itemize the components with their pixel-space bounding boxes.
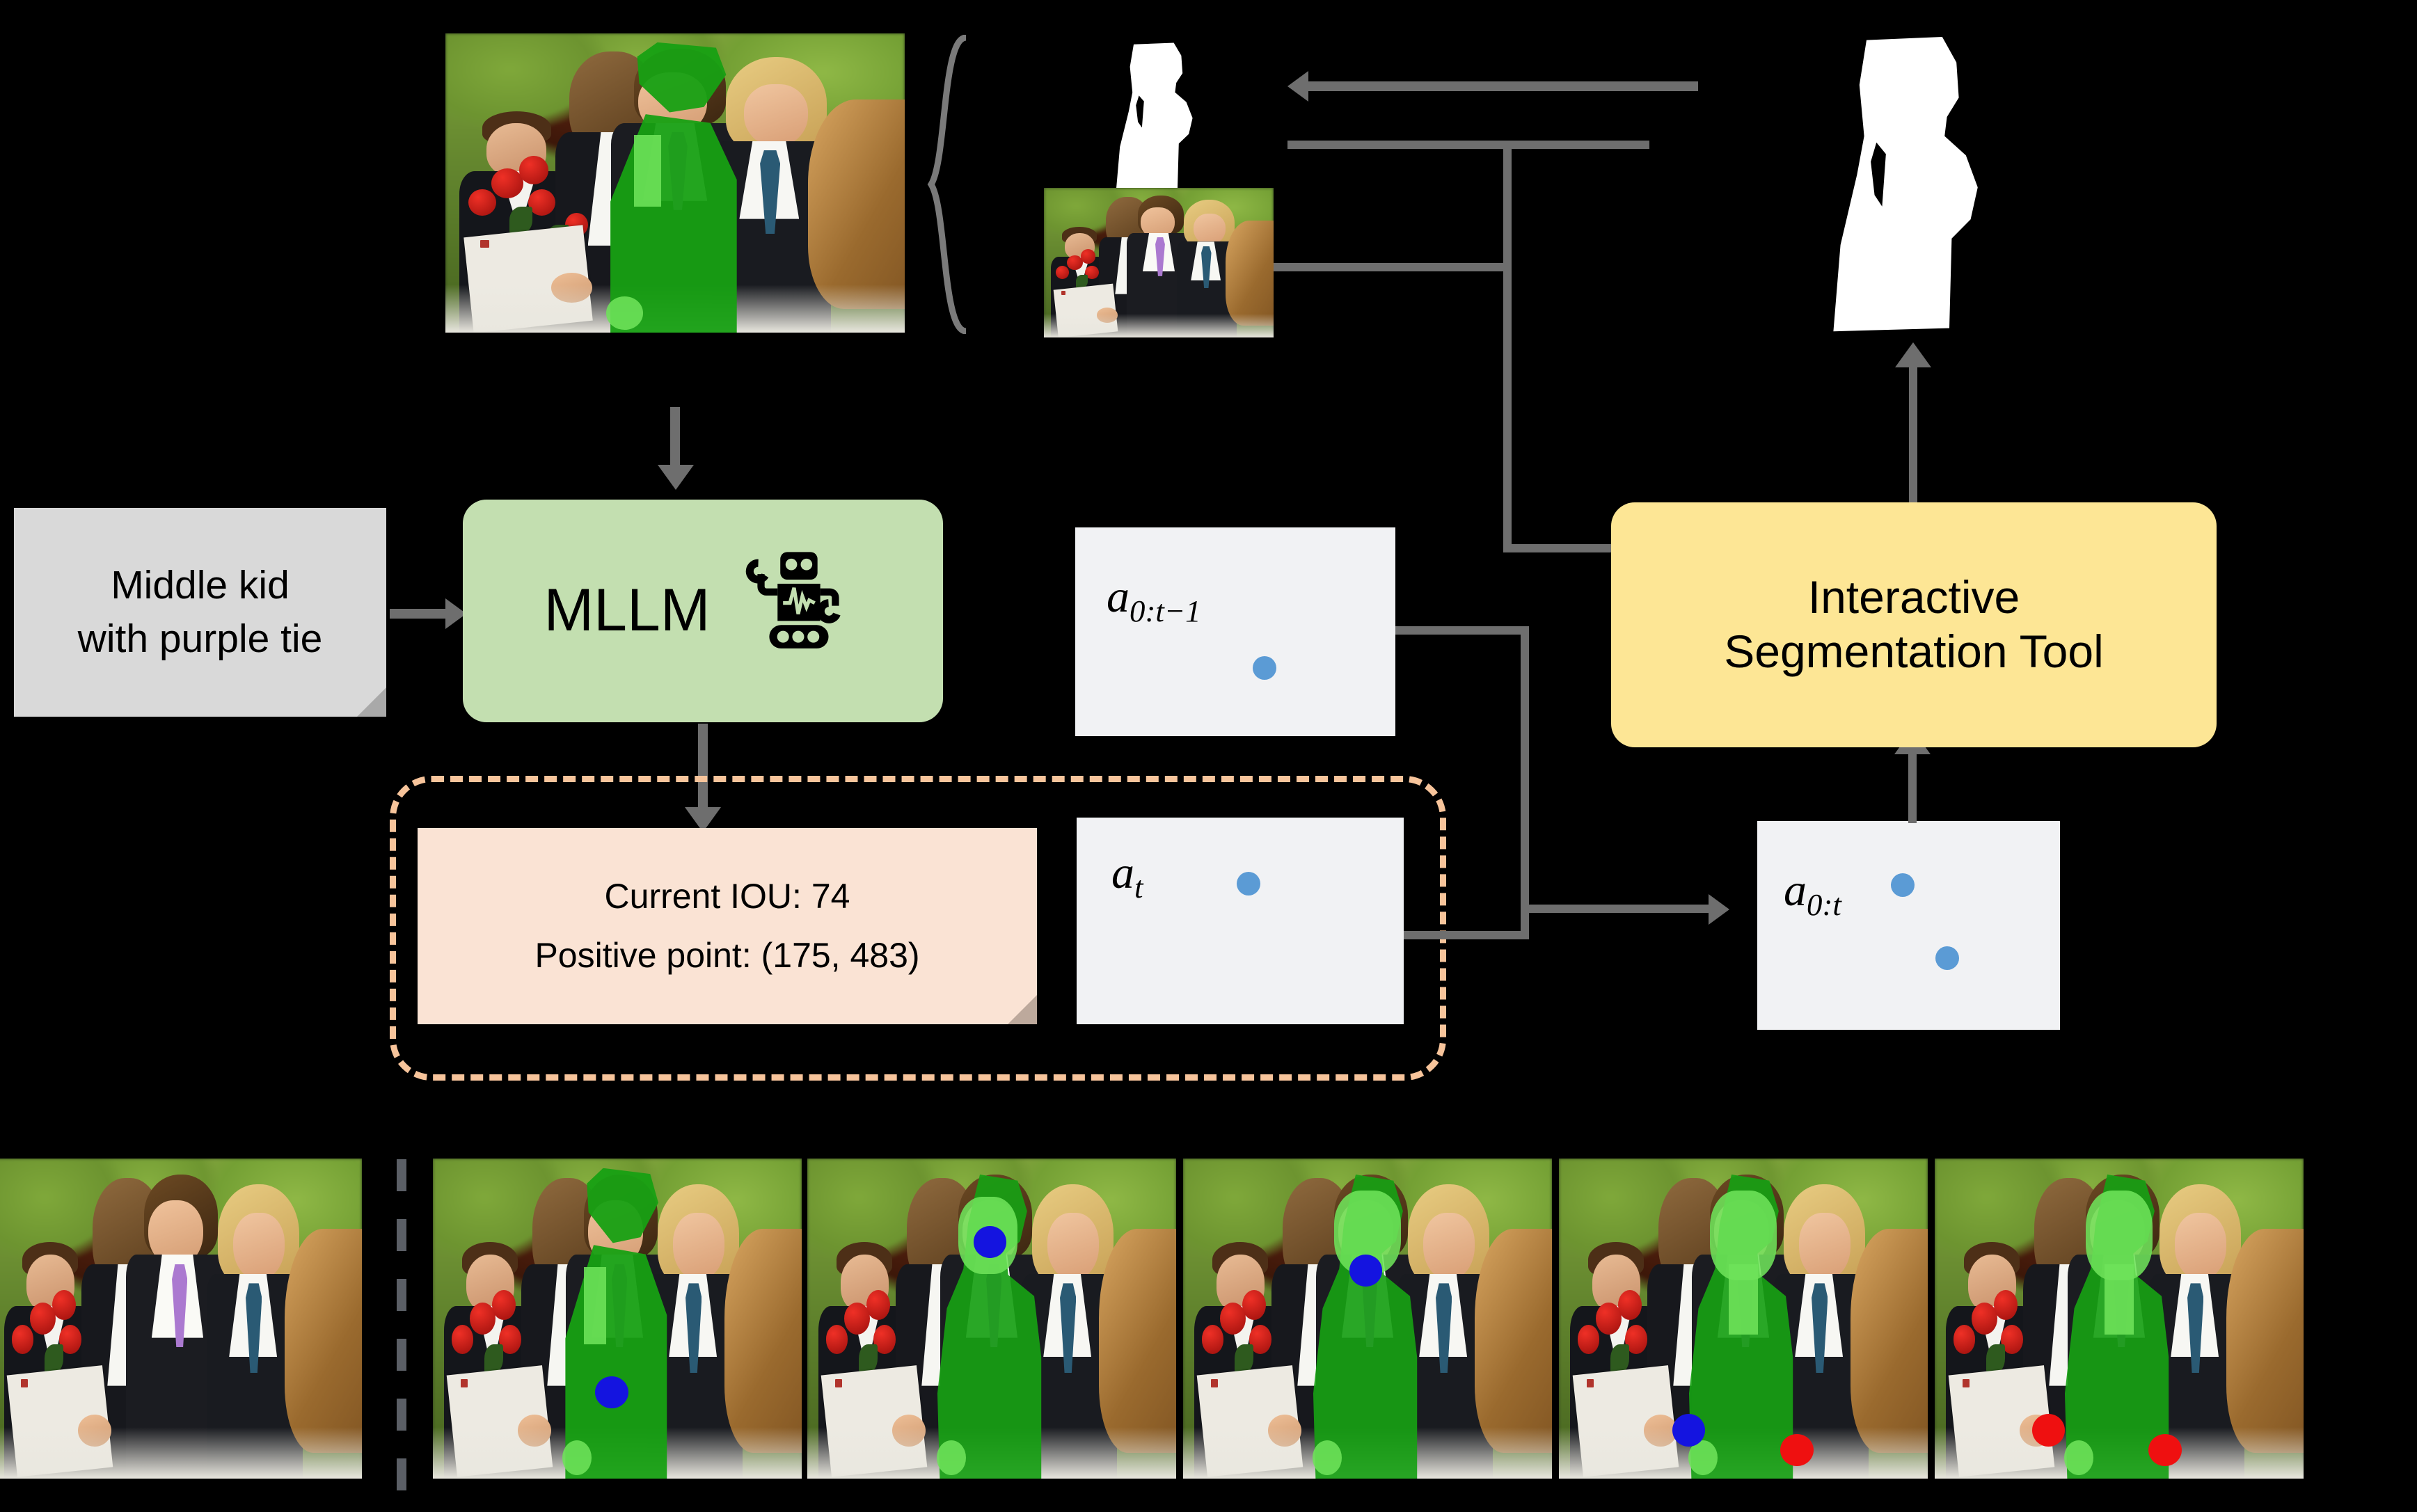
filmstrip-frame-4 <box>1559 1159 1928 1479</box>
click-negative <box>1780 1433 1814 1466</box>
action-accumulated-label: a0:t <box>1784 865 1841 923</box>
route-mask-vertical <box>1503 141 1512 551</box>
route-image-horizontal <box>1274 263 1512 271</box>
prompt-line-1: Middle kid <box>111 563 290 608</box>
click-positive <box>1349 1255 1383 1287</box>
arrow-accumulated-to-tool-line <box>1908 751 1917 823</box>
prompt-line-2: with purple tie <box>77 616 323 661</box>
text-prompt-note: Middle kid with purple tie <box>14 508 386 717</box>
tool-label-line-2: Segmentation Tool <box>1724 626 2104 677</box>
filmstrip-frame-3 <box>1183 1159 1552 1479</box>
route-mask-vertical-top <box>1287 141 1649 149</box>
click-positive <box>973 1225 1007 1258</box>
arrow-mask-to-input-line <box>1308 81 1698 91</box>
click-positive <box>595 1376 628 1408</box>
action-current-box[interactable]: at <box>1077 818 1404 1024</box>
robot-icon <box>746 551 841 648</box>
mllm-output-note: Current IOU: 74 Positive point: (175, 48… <box>418 828 1037 1024</box>
output-iou-line: Current IOU: 74 <box>604 876 850 916</box>
arrow-tool-to-mask-head <box>1895 342 1931 367</box>
mllm-label: MLLM <box>544 577 711 644</box>
filmstrip-frame-5 <box>1935 1159 2304 1479</box>
route-merge-to-accumulated <box>1521 905 1715 913</box>
output-point-line: Positive point: (175, 483) <box>534 936 920 975</box>
arrow-image-to-mllm-line <box>670 407 680 470</box>
click-negative <box>2148 1433 2182 1466</box>
mllm-box[interactable]: MLLM <box>463 500 943 722</box>
note-fold-corner <box>357 687 386 717</box>
action-prev-box[interactable]: a0:t−1 <box>1075 527 1395 736</box>
arrow-image-to-mllm-head <box>658 465 694 490</box>
action-current-label: at <box>1111 847 1143 905</box>
action-current-point <box>1237 872 1260 896</box>
arrow-into-accumulated-head <box>1709 894 1729 925</box>
grouping-brace <box>927 35 967 334</box>
click-positive-below-frame-4 <box>1672 1414 1705 1447</box>
tool-output-mask <box>1796 21 2032 341</box>
action-accumulated-point-2 <box>1935 946 1959 970</box>
filmstrip-separator <box>397 1159 406 1507</box>
binary-mask-thumbnail <box>1096 35 1221 195</box>
route-current-action-out <box>1404 931 1529 939</box>
masked-input-image <box>445 33 905 333</box>
output-note-fold-corner <box>1008 995 1037 1024</box>
arrow-tool-to-mask-line <box>1909 365 1917 504</box>
route-prev-action-out <box>1395 626 1529 635</box>
tool-label-line-1: Interactive <box>1807 571 2020 623</box>
click-negative-below-frame-5 <box>2032 1414 2065 1447</box>
action-accumulated-point-1 <box>1891 873 1915 897</box>
arrow-prompt-to-mllm-line <box>390 609 451 619</box>
filmstrip-frame-2 <box>807 1159 1176 1479</box>
filmstrip-frame-0 <box>0 1159 362 1479</box>
action-prev-label: a0:t−1 <box>1107 571 1201 629</box>
action-accumulated-box[interactable]: a0:t <box>1757 821 2060 1030</box>
arrow-mask-to-input-head <box>1287 71 1308 102</box>
raw-input-thumbnail <box>1044 188 1274 337</box>
interactive-segmentation-tool-box[interactable]: Interactive Segmentation Tool <box>1611 502 2217 747</box>
action-prev-point <box>1253 656 1276 680</box>
route-merge-vertical <box>1521 626 1529 939</box>
filmstrip-frame-1 <box>433 1159 802 1479</box>
